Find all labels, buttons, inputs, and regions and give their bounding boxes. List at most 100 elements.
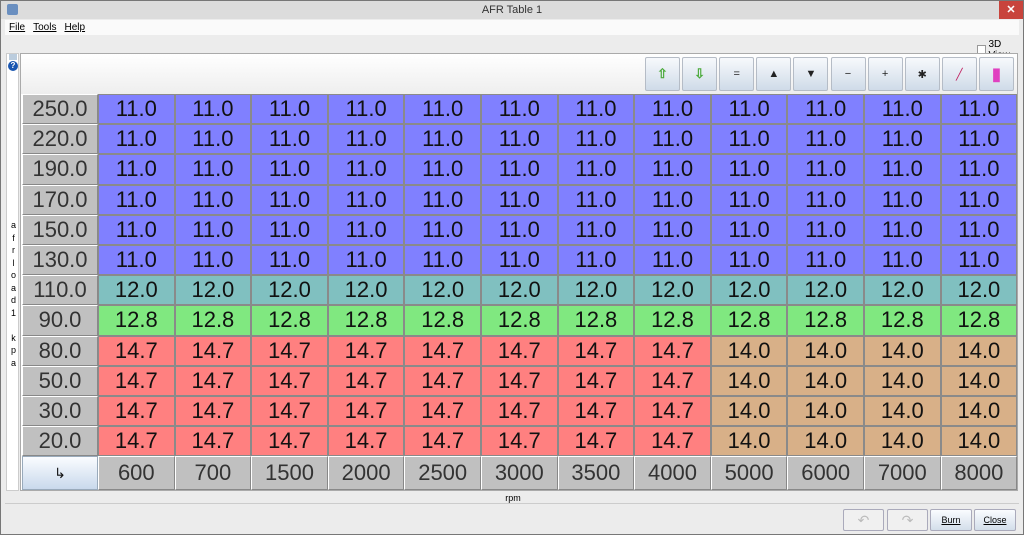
table-cell[interactable]: 11.0	[634, 184, 711, 215]
table-cell[interactable]: 11.0	[98, 124, 175, 155]
table-cell[interactable]: 11.0	[98, 214, 175, 245]
table-cell[interactable]: 11.0	[557, 94, 635, 125]
table-cell[interactable]: 14.7	[634, 426, 711, 457]
table-cell[interactable]: 14.7	[98, 426, 175, 457]
table-cell[interactable]: 14.7	[98, 396, 175, 427]
table-cell[interactable]: 11.0	[481, 94, 558, 125]
table-cell[interactable]: 12.8	[940, 305, 1018, 336]
table-cell[interactable]: 14.0	[787, 365, 864, 396]
table-cell[interactable]: 11.0	[251, 184, 328, 215]
x-axis-cell[interactable]: 7000	[864, 456, 941, 491]
y-axis-cell[interactable]: 250.0	[22, 94, 98, 125]
table-cell[interactable]: 11.0	[787, 124, 864, 155]
table-cell[interactable]: 14.0	[864, 426, 941, 457]
table-cell[interactable]: 11.0	[634, 124, 711, 155]
table-cell[interactable]: 11.0	[710, 184, 788, 215]
table-cell[interactable]: 14.7	[404, 426, 481, 457]
table-cell[interactable]: 11.0	[327, 214, 405, 245]
table-cell[interactable]: 14.7	[251, 335, 328, 366]
table-cell[interactable]: 14.7	[98, 335, 175, 366]
table-cell[interactable]: 12.0	[327, 275, 405, 306]
increment-button[interactable]: ▲	[756, 57, 792, 91]
help-icon[interactable]: ?	[8, 61, 18, 71]
table-cell[interactable]: 11.0	[940, 214, 1018, 245]
window-close-button[interactable]: ✕	[999, 1, 1023, 19]
table-cell[interactable]: 14.7	[174, 335, 252, 366]
table-cell[interactable]: 14.7	[404, 365, 481, 396]
table-cell[interactable]: 14.7	[174, 365, 252, 396]
table-cell[interactable]: 14.7	[327, 335, 405, 366]
table-cell[interactable]: 11.0	[787, 184, 864, 215]
table-cell[interactable]: 11.0	[557, 214, 635, 245]
table-cell[interactable]: 14.0	[787, 335, 864, 366]
table-cell[interactable]: 11.0	[174, 124, 252, 155]
table-cell[interactable]: 11.0	[327, 124, 405, 155]
table-cell[interactable]: 14.0	[787, 426, 864, 457]
table-cell[interactable]: 11.0	[557, 245, 635, 276]
table-cell[interactable]: 11.0	[940, 154, 1018, 185]
table-cell[interactable]: 14.7	[634, 396, 711, 427]
decrement-button[interactable]: ▼	[793, 57, 829, 91]
table-cell[interactable]: 14.7	[327, 426, 405, 457]
axis-swap-button[interactable]: ↳	[22, 456, 98, 491]
table-cell[interactable]: 11.0	[327, 184, 405, 215]
table-cell[interactable]: 11.0	[864, 184, 941, 215]
x-axis-cell[interactable]: 8000	[940, 456, 1018, 491]
table-cell[interactable]: 14.7	[327, 396, 405, 427]
table-cell[interactable]: 14.7	[481, 426, 558, 457]
table-cell[interactable]: 14.0	[940, 396, 1018, 427]
x-axis-cell[interactable]: 4000	[634, 456, 711, 491]
y-axis-cell[interactable]: 20.0	[22, 426, 98, 457]
table-cell[interactable]: 12.0	[710, 275, 788, 306]
table-cell[interactable]: 11.0	[634, 245, 711, 276]
table-cell[interactable]: 12.0	[634, 275, 711, 306]
table-cell[interactable]: 12.8	[251, 305, 328, 336]
table-cell[interactable]: 12.0	[174, 275, 252, 306]
table-cell[interactable]: 11.0	[557, 154, 635, 185]
table-cell[interactable]: 11.0	[940, 94, 1018, 125]
table-cell[interactable]: 14.0	[864, 396, 941, 427]
table-cell[interactable]: 11.0	[404, 214, 481, 245]
table-cell[interactable]: 11.0	[710, 94, 788, 125]
y-axis-cell[interactable]: 80.0	[22, 335, 98, 366]
table-cell[interactable]: 11.0	[634, 94, 711, 125]
close-button[interactable]: Close	[974, 509, 1016, 531]
table-cell[interactable]: 11.0	[557, 184, 635, 215]
x-axis-cell[interactable]: 3000	[481, 456, 558, 491]
table-cell[interactable]: 14.7	[174, 396, 252, 427]
table-cell[interactable]: 11.0	[404, 124, 481, 155]
table-cell[interactable]: 11.0	[174, 214, 252, 245]
table-cell[interactable]: 11.0	[787, 94, 864, 125]
x-axis-cell[interactable]: 700	[174, 456, 252, 491]
table-cell[interactable]: 12.0	[98, 275, 175, 306]
table-cell[interactable]: 11.0	[327, 94, 405, 125]
table-cell[interactable]: 11.0	[327, 245, 405, 276]
x-axis-cell[interactable]: 5000	[710, 456, 788, 491]
table-cell[interactable]: 14.7	[481, 335, 558, 366]
table-cell[interactable]: 11.0	[98, 94, 175, 125]
table-cell[interactable]: 11.0	[327, 154, 405, 185]
table-cell[interactable]: 14.0	[940, 426, 1018, 457]
table-cell[interactable]: 14.0	[864, 335, 941, 366]
x-axis-cell[interactable]: 2500	[404, 456, 481, 491]
table-cell[interactable]: 11.0	[251, 245, 328, 276]
table-cell[interactable]: 12.0	[940, 275, 1018, 306]
table-cell[interactable]: 14.0	[940, 335, 1018, 366]
add-button[interactable]: +	[867, 57, 903, 91]
y-axis-cell[interactable]: 220.0	[22, 124, 98, 155]
x-axis-cell[interactable]: 6000	[787, 456, 864, 491]
table-cell[interactable]: 14.7	[404, 396, 481, 427]
table-cell[interactable]: 11.0	[864, 214, 941, 245]
table-cell[interactable]: 12.8	[787, 305, 864, 336]
table-cell[interactable]: 12.8	[634, 305, 711, 336]
y-axis-cell[interactable]: 170.0	[22, 184, 98, 215]
table-cell[interactable]: 11.0	[174, 154, 252, 185]
table-cell[interactable]: 11.0	[787, 154, 864, 185]
table-cell[interactable]: 14.7	[251, 426, 328, 457]
table-cell[interactable]: 12.0	[787, 275, 864, 306]
table-cell[interactable]: 11.0	[710, 154, 788, 185]
y-axis-cell[interactable]: 190.0	[22, 154, 98, 185]
table-cell[interactable]: 11.0	[634, 214, 711, 245]
x-axis-cell[interactable]: 600	[98, 456, 175, 491]
table-cell[interactable]: 14.7	[98, 365, 175, 396]
